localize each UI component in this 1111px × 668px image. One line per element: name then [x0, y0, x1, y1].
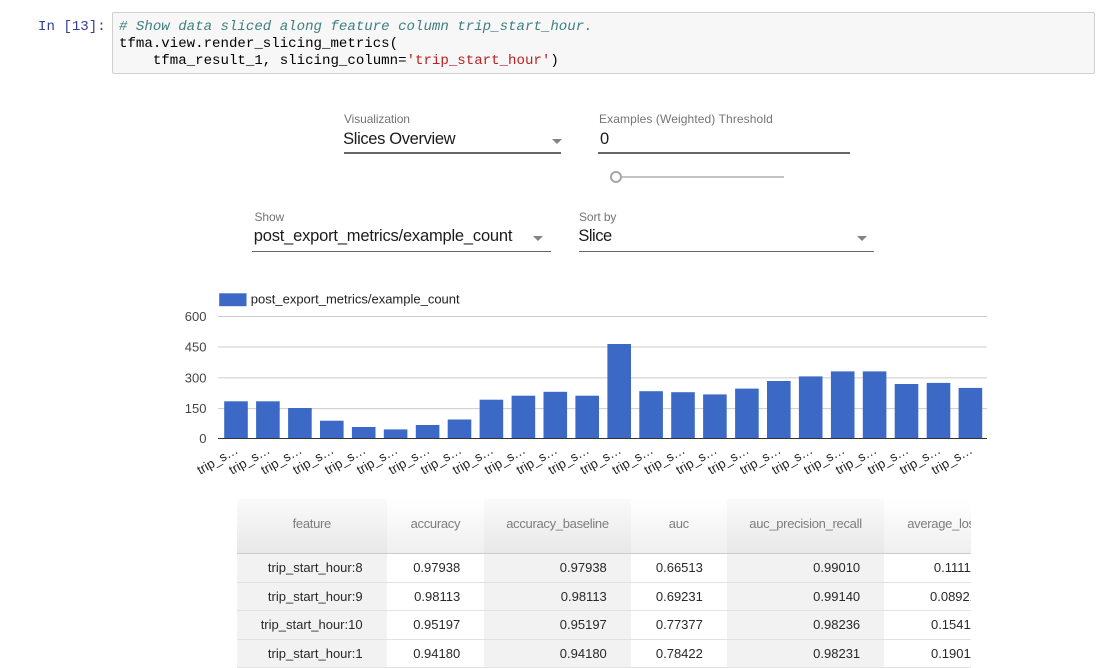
svg-text:600: 600 — [185, 309, 207, 324]
svg-text:150: 150 — [185, 401, 207, 416]
svg-text:post_export_metrics/example_co: post_export_metrics/example_count — [251, 292, 460, 307]
svg-text:0: 0 — [199, 431, 206, 446]
svg-text:450: 450 — [185, 340, 207, 355]
svg-text:300: 300 — [185, 370, 207, 385]
